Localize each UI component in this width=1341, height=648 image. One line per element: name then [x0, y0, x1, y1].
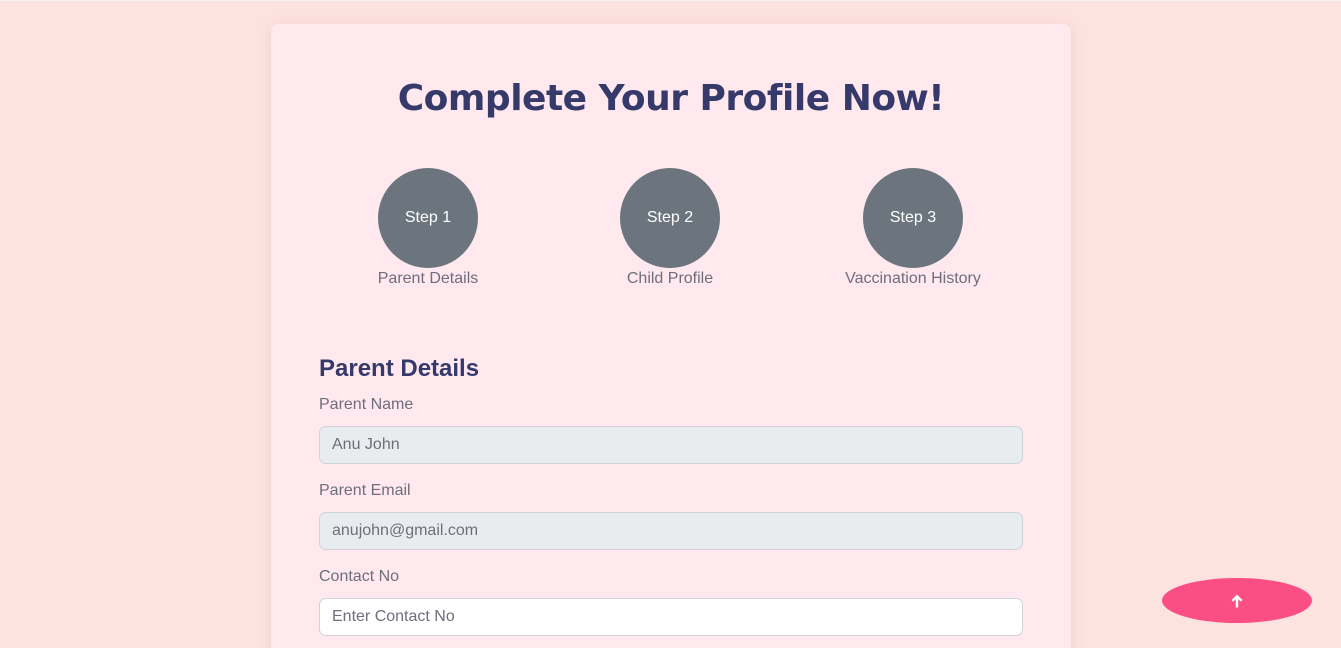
parent-name-label: Parent Name: [319, 396, 414, 413]
step-2-circle: Step 2: [620, 168, 720, 268]
contact-no-label: Contact No: [319, 568, 400, 585]
parent-name-field[interactable]: [319, 426, 1023, 464]
step-1[interactable]: Step 1 Parent Details: [328, 168, 528, 288]
step-1-circle: Step 1: [378, 168, 478, 268]
stepper: Step 1 Parent Details Step 2 Child Profi…: [271, 168, 1071, 298]
step-2[interactable]: Step 2 Child Profile: [570, 168, 770, 288]
step-3-circle: Step 3: [863, 168, 963, 268]
page: Complete Your Profile Now! Step 1 Parent…: [0, 0, 1341, 648]
parent-email-field[interactable]: [319, 512, 1023, 550]
step-2-caption: Child Profile: [626, 270, 714, 287]
page-title: Complete Your Profile Now!: [397, 78, 945, 119]
parent-email-label: Parent Email: [319, 482, 411, 499]
contact-no-field[interactable]: [319, 598, 1023, 636]
step-1-caption: Parent Details: [377, 270, 479, 287]
profile-form-card: Complete Your Profile Now! Step 1 Parent…: [271, 24, 1071, 648]
arrow-up-icon: [1229, 593, 1245, 609]
step-3[interactable]: Step 3 Vaccination History: [813, 168, 1013, 288]
section-title: Parent Details: [319, 355, 480, 382]
scroll-to-top-button[interactable]: [1162, 578, 1312, 623]
step-3-caption: Vaccination History: [845, 270, 981, 287]
